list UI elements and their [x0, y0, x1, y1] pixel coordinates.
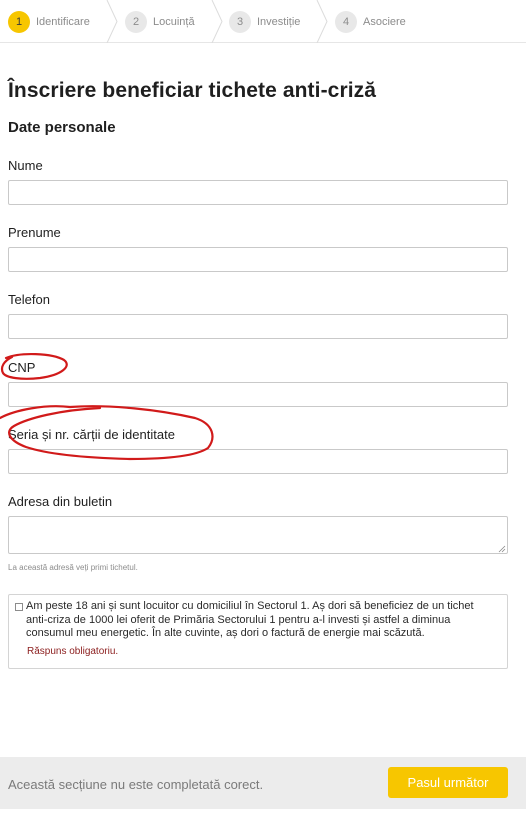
- step-number: 3: [229, 10, 251, 33]
- address-help-text: La această adresă veți primi tichetul.: [8, 563, 138, 572]
- next-step-button[interactable]: Pasul următor: [388, 767, 508, 798]
- id-card-series-input[interactable]: [8, 449, 508, 474]
- address-textarea[interactable]: [8, 516, 508, 554]
- nume-label: Nume: [8, 158, 43, 173]
- cnp-input[interactable]: [8, 382, 508, 407]
- chevron-right-icon: [211, 0, 223, 43]
- step-locuinta[interactable]: 2 Locuință: [125, 0, 195, 43]
- consent-checkbox[interactable]: [15, 603, 23, 611]
- prenume-label: Prenume: [8, 225, 61, 240]
- resize-handle-icon[interactable]: [498, 545, 506, 553]
- consent-text: Am peste 18 ani și sunt locuitor cu domi…: [26, 600, 474, 639]
- form-footer: Această secțiune nu este completată core…: [0, 757, 526, 809]
- page-title: Înscriere beneficiar tichete anti-criză: [8, 79, 377, 102]
- chevron-right-icon: [316, 0, 328, 43]
- footer-status-text: Această secțiune nu este completată core…: [8, 777, 264, 792]
- step-label: Asociere: [363, 15, 406, 28]
- chevron-right-icon: [106, 0, 118, 43]
- step-identificare[interactable]: 1 Identificare: [8, 0, 90, 43]
- section-title: Date personale: [8, 119, 116, 136]
- cnp-label: CNP: [8, 360, 36, 375]
- telefon-input[interactable]: [8, 314, 508, 339]
- step-investitie[interactable]: 3 Investiție: [229, 0, 300, 43]
- step-label: Identificare: [36, 15, 90, 28]
- telefon-label: Telefon: [8, 292, 50, 307]
- consent-error-message: Răspuns obligatoriu.: [27, 646, 119, 657]
- step-number: 2: [125, 10, 147, 33]
- consent-box: Am peste 18 ani și sunt locuitor cu domi…: [8, 594, 508, 669]
- address-label: Adresa din buletin: [8, 494, 113, 509]
- nume-input[interactable]: [8, 180, 508, 205]
- step-label: Locuință: [153, 15, 195, 28]
- step-number: 4: [335, 10, 357, 33]
- progress-stepper: 1 Identificare 2 Locuință 3 Investiție 4…: [0, 0, 526, 43]
- step-label: Investiție: [257, 15, 301, 28]
- step-number: 1: [8, 10, 30, 33]
- step-asociere[interactable]: 4 Asociere: [335, 0, 406, 43]
- id-card-series-label: Seria și nr. cărții de identitate: [8, 427, 175, 442]
- prenume-input[interactable]: [8, 247, 508, 272]
